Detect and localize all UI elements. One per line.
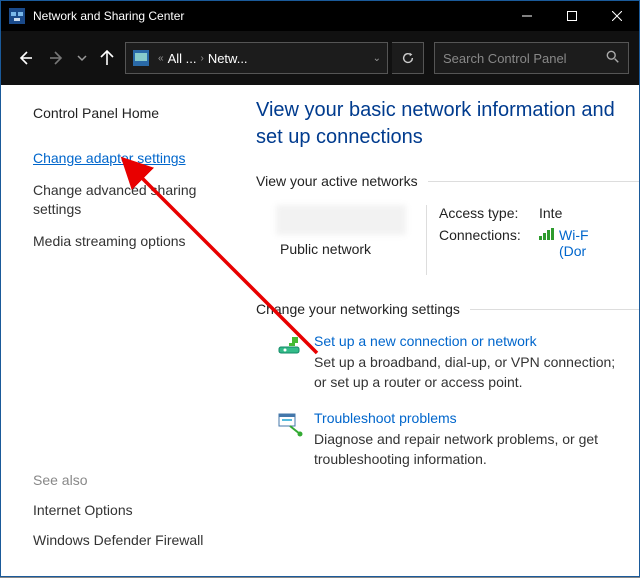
forward-button[interactable] xyxy=(43,44,71,72)
minimize-button[interactable] xyxy=(504,1,549,31)
nav-toolbar: « All ... › Netw... ⌄ Search Control Pan… xyxy=(1,31,639,85)
access-type-label: Access type: xyxy=(439,205,539,221)
network-type-label: Public network xyxy=(276,241,426,257)
search-input[interactable]: Search Control Panel xyxy=(434,42,629,74)
chevron-down-icon[interactable]: ⌄ xyxy=(373,53,381,64)
firewall-link[interactable]: Windows Defender Firewall xyxy=(33,532,238,548)
connection-sub: (Dor xyxy=(559,243,586,259)
troubleshoot-link[interactable]: Troubleshoot problems xyxy=(314,410,627,426)
refresh-button[interactable] xyxy=(392,42,424,74)
active-networks-heading: View your active networks xyxy=(256,173,639,189)
internet-options-link[interactable]: Internet Options xyxy=(33,502,238,518)
control-panel-home-link[interactable]: Control Panel Home xyxy=(33,105,238,121)
media-streaming-link[interactable]: Media streaming options xyxy=(33,232,238,252)
search-icon xyxy=(606,50,620,67)
see-also-heading: See also xyxy=(33,472,238,488)
connection-link[interactable]: Wi-F xyxy=(559,227,589,243)
close-button[interactable] xyxy=(594,1,639,31)
divider xyxy=(426,205,427,275)
up-button[interactable] xyxy=(93,44,121,72)
troubleshoot-desc: Diagnose and repair network problems, or… xyxy=(314,430,627,469)
control-panel-icon xyxy=(132,50,150,66)
wifi-signal-icon xyxy=(539,228,555,240)
chevron-right-icon: › xyxy=(200,53,203,64)
sidebar: Control Panel Home Change adapter settin… xyxy=(1,85,256,576)
window-controls xyxy=(504,1,639,31)
active-network-row: Public network Access type: Inte Connect… xyxy=(256,205,639,275)
window-frame: Network and Sharing Center xyxy=(0,0,640,577)
setup-connection-desc: Set up a broadband, dial-up, or VPN conn… xyxy=(314,353,627,392)
chevron-left-icon: « xyxy=(158,53,164,64)
change-adapter-settings-link[interactable]: Change adapter settings xyxy=(33,149,238,169)
setup-connection-item: Set up a new connection or network Set u… xyxy=(256,333,639,392)
divider xyxy=(428,181,639,182)
app-icon xyxy=(9,8,25,24)
network-name-redacted xyxy=(276,205,406,235)
page-title: View your basic network information and … xyxy=(256,97,639,151)
troubleshoot-item: Troubleshoot problems Diagnose and repai… xyxy=(256,410,639,469)
change-advanced-sharing-link[interactable]: Change advanced sharing settings xyxy=(33,181,238,220)
setup-connection-icon xyxy=(276,333,304,361)
divider xyxy=(470,309,639,310)
breadcrumb-seg[interactable]: Netw... xyxy=(208,51,248,66)
window-title: Network and Sharing Center xyxy=(33,9,184,23)
setup-connection-link[interactable]: Set up a new connection or network xyxy=(314,333,627,349)
body: Control Panel Home Change adapter settin… xyxy=(1,85,639,576)
title-bar: Network and Sharing Center xyxy=(1,1,639,31)
main-content: View your basic network information and … xyxy=(256,85,639,576)
maximize-button[interactable] xyxy=(549,1,594,31)
breadcrumb-seg[interactable]: All ... xyxy=(168,51,197,66)
troubleshoot-icon xyxy=(276,410,304,438)
connections-label: Connections: xyxy=(439,227,539,259)
search-placeholder: Search Control Panel xyxy=(443,51,567,66)
change-settings-heading: Change your networking settings xyxy=(256,301,639,317)
access-type-value: Inte xyxy=(539,205,639,221)
breadcrumb[interactable]: « All ... › Netw... ⌄ xyxy=(125,42,388,74)
history-dropdown[interactable] xyxy=(75,44,89,72)
back-button[interactable] xyxy=(11,44,39,72)
